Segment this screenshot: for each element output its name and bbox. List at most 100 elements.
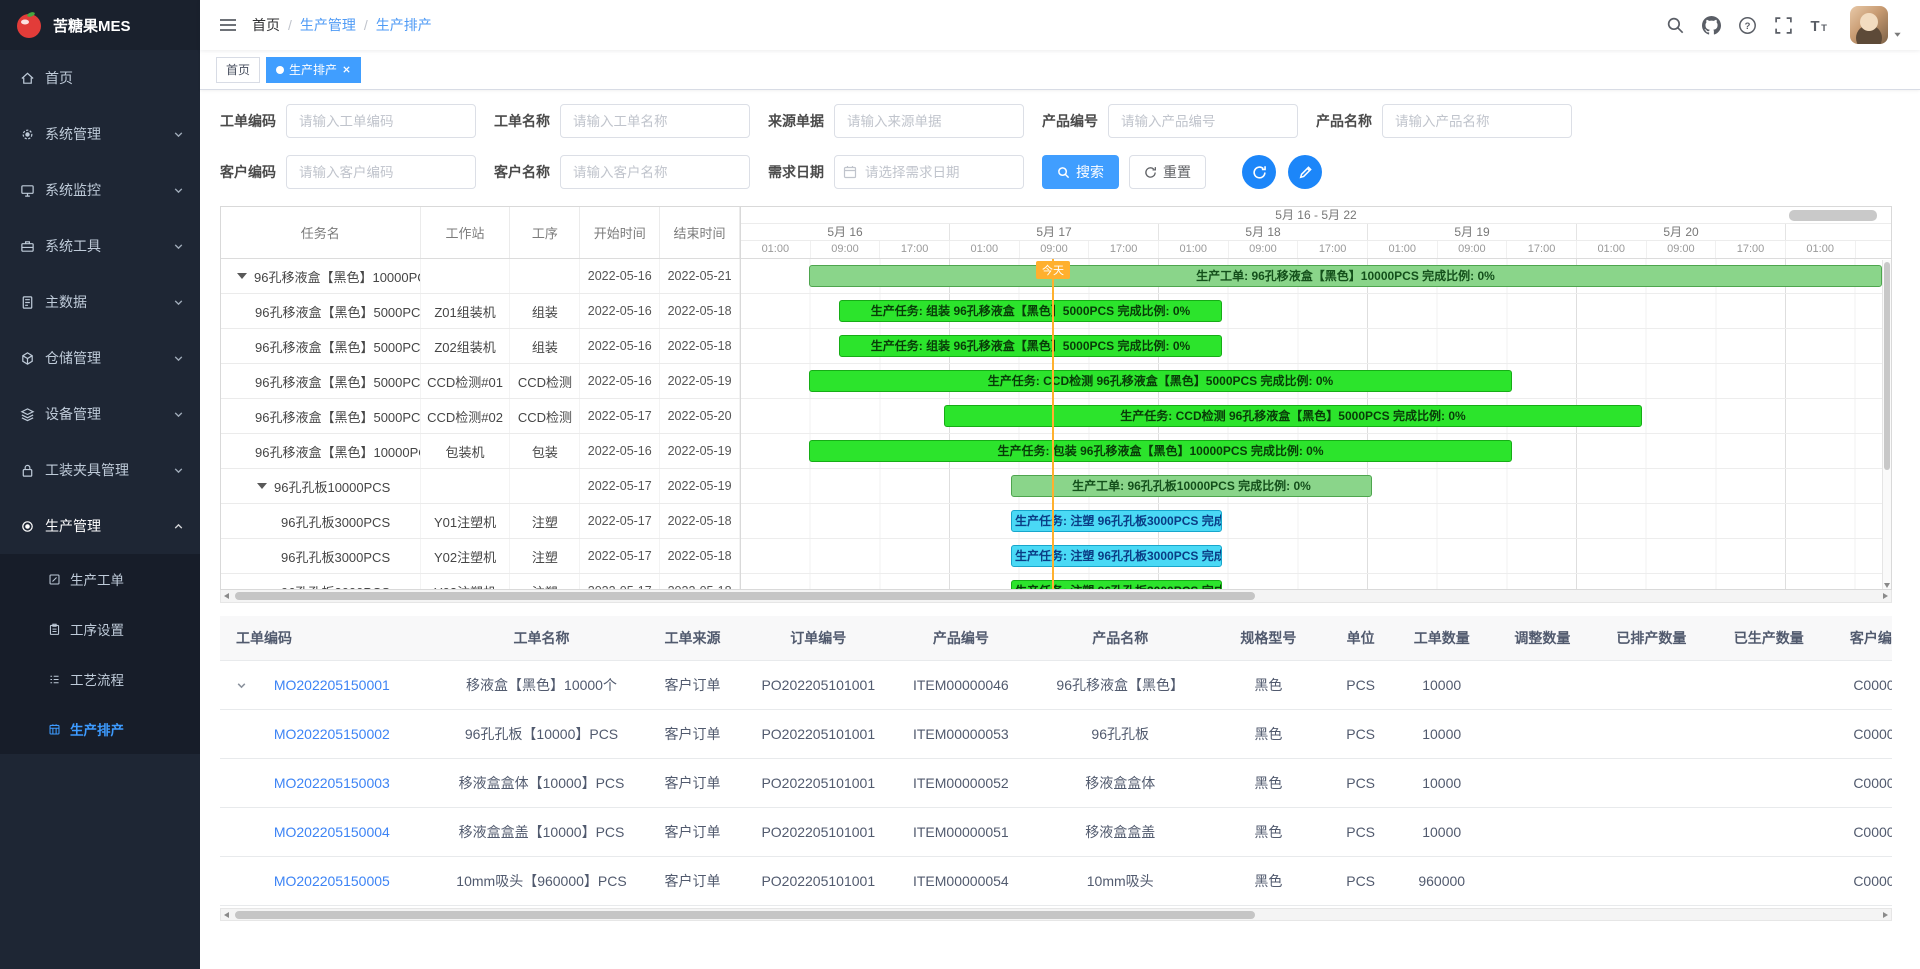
product-no-input[interactable] xyxy=(1108,104,1298,138)
reset-button[interactable]: 重置 xyxy=(1129,155,1206,189)
gantt-bar-task[interactable]: 生产任务: CCD检测 96孔移液盒【黑色】5000PCS 完成比例: 0% xyxy=(944,405,1642,427)
gantt-horizontal-scrollbar[interactable] xyxy=(220,590,1892,603)
gantt-grid-row[interactable]: 96孔孔板10000PCS2022-05-172022-05-19 xyxy=(221,469,740,504)
gantt-bar-task[interactable]: 生产任务: 组装 96孔移液盒【黑色】5000PCS 完成比例: 0% xyxy=(839,335,1222,357)
sidebar-item-tooling-fixture[interactable]: 工装夹具管理 xyxy=(0,442,200,498)
breadcrumb-production[interactable]: 生产管理 xyxy=(300,15,356,35)
gantt-bar-task[interactable]: 生产任务: 注塑 96孔孔板3000PCS 完成比例: 0% xyxy=(1011,545,1222,567)
sidebar-item-system-monitor[interactable]: 系统监控 xyxy=(0,162,200,218)
table-row[interactable]: MO202205150005 10mm吸头【960000】PCS 客户订单 PO… xyxy=(220,856,1892,905)
sidebar-item-home[interactable]: 首页 xyxy=(0,50,200,106)
collapse-arrow-icon[interactable] xyxy=(257,483,267,489)
customer-code-cell: C00003 xyxy=(1830,709,1892,758)
search-button[interactable]: 搜索 xyxy=(1042,155,1119,189)
source-doc-input[interactable] xyxy=(834,104,1024,138)
gantt-bar-task[interactable]: 生产任务: 注塑 96孔孔板3000PCS 完成比例: 0% xyxy=(1011,510,1222,532)
sidebar-item-equipment[interactable]: 设备管理 xyxy=(0,386,200,442)
sidebar-item-production-workorder[interactable]: 生产工单 xyxy=(0,554,200,604)
expand-row-icon[interactable] xyxy=(236,680,247,691)
gantt-bar-task[interactable]: 生产任务: 包装 96孔移液盒【黑色】10000PCS 完成比例: 0% xyxy=(809,440,1512,462)
font-size-icon[interactable]: TT xyxy=(1810,16,1829,35)
refresh-gantt-button[interactable] xyxy=(1242,155,1276,189)
sidebar-item-label: 工艺流程 xyxy=(70,669,124,689)
breadcrumb-home[interactable]: 首页 xyxy=(252,15,280,35)
sidebar-item-process-flow[interactable]: 工艺流程 xyxy=(0,654,200,704)
gantt-bar-task[interactable]: 生产任务: CCD检测 96孔移液盒【黑色】5000PCS 完成比例: 0% xyxy=(809,370,1512,392)
home-icon xyxy=(20,71,35,86)
sidebar-item-production-scheduling[interactable]: 生产排产 xyxy=(0,704,200,754)
sidebar-item-production[interactable]: 生产管理 xyxy=(0,498,200,554)
table-horizontal-scrollbar[interactable] xyxy=(220,908,1892,921)
sidebar-item-system-tools[interactable]: 系统工具 xyxy=(0,218,200,274)
scrollbar-thumb[interactable] xyxy=(1884,262,1890,470)
edit-schedule-button[interactable] xyxy=(1288,155,1322,189)
scroll-down-arrow-icon[interactable] xyxy=(1884,583,1890,588)
table-row[interactable]: MO202205150002 96孔孔板【10000】PCS 客户订单 PO20… xyxy=(220,709,1892,758)
workorder-code-link[interactable]: MO202205150003 xyxy=(274,775,390,791)
sidebar-item-label: 系统管理 xyxy=(45,124,173,144)
gantt-grid-row[interactable]: 96孔移液盒【黑色】5000PCSCCD检测#02CCD检测2022-05-17… xyxy=(221,399,740,434)
gantt-grid-row[interactable]: 96孔孔板3000PCSY02注塑机注塑2022-05-172022-05-18 xyxy=(221,539,740,574)
workorder-code-link[interactable]: MO202205150002 xyxy=(274,726,390,742)
search-icon[interactable] xyxy=(1666,16,1685,35)
scroll-right-arrow-icon[interactable] xyxy=(1883,912,1888,918)
user-avatar[interactable] xyxy=(1850,6,1888,44)
task-name: 96孔移液盒【黑色】10000PCS xyxy=(255,442,421,461)
customer-code-cell: C00003 xyxy=(1830,660,1892,709)
breadcrumb-scheduling[interactable]: 生产排产 xyxy=(376,15,432,35)
gantt-grid-row[interactable]: 96孔移液盒【黑色】10000PCS包装机包装2022-05-162022-05… xyxy=(221,434,740,469)
clipboard-icon xyxy=(48,623,61,636)
product-name-input[interactable] xyxy=(1382,104,1572,138)
scroll-left-arrow-icon[interactable] xyxy=(224,593,229,599)
chevron-down-icon xyxy=(173,185,184,196)
sidebar-item-process-settings[interactable]: 工序设置 xyxy=(0,604,200,654)
col-customer-code: 客户编码 xyxy=(1830,616,1892,660)
close-icon[interactable] xyxy=(342,65,351,74)
table-row[interactable]: MO202205150001 移液盒【黑色】10000个 客户订单 PO2022… xyxy=(220,660,1892,709)
hamburger-icon[interactable] xyxy=(218,15,238,35)
gantt-bar-workorder[interactable]: 生产工单: 96孔移液盒【黑色】10000PCS 完成比例: 0% xyxy=(809,265,1882,287)
demand-date-input[interactable] xyxy=(834,155,1024,189)
fullscreen-icon[interactable] xyxy=(1774,16,1793,35)
gantt-grid-row[interactable]: 96孔移液盒【黑色】10000PCS2022-05-162022-05-21 xyxy=(221,259,740,294)
workorder-code-input[interactable] xyxy=(286,104,476,138)
gantt-bar-task[interactable]: 生产任务: 注塑 96孔孔板3000PCS 完成比例: 0% xyxy=(1011,580,1222,589)
field-label: 产品编号 xyxy=(1042,111,1098,131)
workorder-name-cell: 移液盒盒盖【10000】PCS xyxy=(444,807,640,856)
customer-code-input[interactable] xyxy=(286,155,476,189)
tab-home[interactable]: 首页 xyxy=(216,57,260,83)
table-row[interactable]: MO202205150004 移液盒盒盖【10000】PCS 客户订单 PO20… xyxy=(220,807,1892,856)
workorder-name-input[interactable] xyxy=(560,104,750,138)
github-icon[interactable] xyxy=(1702,16,1721,35)
gantt-grid-row[interactable]: 96孔移液盒【黑色】5000PCSCCD检测#01CCD检测2022-05-16… xyxy=(221,364,740,399)
user-menu[interactable] xyxy=(1850,6,1902,44)
workorder-code-link[interactable]: MO202205150005 xyxy=(274,873,390,889)
field-demand-date: 需求日期 xyxy=(768,155,1024,189)
gantt-grid-row[interactable]: 96孔移液盒【黑色】5000PCSZ01组装机组装2022-05-162022-… xyxy=(221,294,740,329)
sidebar-item-system-management[interactable]: 系统管理 xyxy=(0,106,200,162)
scroll-right-arrow-icon[interactable] xyxy=(1883,593,1888,599)
gantt-grid-row[interactable]: 96孔移液盒【黑色】5000PCSZ02组装机组装2022-05-162022-… xyxy=(221,329,740,364)
gantt-bar-task[interactable]: 生产任务: 组装 96孔移液盒【黑色】5000PCS 完成比例: 0% xyxy=(839,300,1222,322)
search-button-label: 搜索 xyxy=(1076,162,1104,182)
table-row[interactable]: MO202205150003 移液盒盒体【10000】PCS 客户订单 PO20… xyxy=(220,758,1892,807)
gantt-grid-row[interactable]: 96孔孔板3000PCSY03注塑机注塑2022-05-172022-05-18 xyxy=(221,574,740,589)
workorder-code-link[interactable]: MO202205150001 xyxy=(274,677,390,693)
gantt-vertical-scrollbar[interactable] xyxy=(1882,260,1891,589)
sidebar-item-master-data[interactable]: 主数据 xyxy=(0,274,200,330)
workorder-code-link[interactable]: MO202205150004 xyxy=(274,824,390,840)
scrollbar-thumb[interactable] xyxy=(235,911,1255,919)
gantt-timeline-header: 5月 16 - 5月 22 5月 16 5月 17 5月 18 5月 19 5月… xyxy=(741,207,1891,259)
help-icon[interactable]: ? xyxy=(1738,16,1757,35)
gantt-bar-workorder[interactable]: 生产工单: 96孔孔板10000PCS 完成比例: 0% xyxy=(1011,475,1372,497)
app-logo[interactable]: 苦糖果MES xyxy=(0,0,200,50)
gantt-grid-row[interactable]: 96孔孔板3000PCSY01注塑机注塑2022-05-172022-05-18 xyxy=(221,504,740,539)
tab-production-scheduling[interactable]: 生产排产 xyxy=(266,57,361,83)
scroll-left-arrow-icon[interactable] xyxy=(224,912,229,918)
sidebar-item-warehouse[interactable]: 仓储管理 xyxy=(0,330,200,386)
collapse-arrow-icon[interactable] xyxy=(237,273,247,279)
breadcrumb-separator: / xyxy=(364,17,368,33)
scrollbar-thumb[interactable] xyxy=(235,592,1255,600)
timeline-scrollbar-thumb[interactable] xyxy=(1789,210,1877,221)
customer-name-input[interactable] xyxy=(560,155,750,189)
